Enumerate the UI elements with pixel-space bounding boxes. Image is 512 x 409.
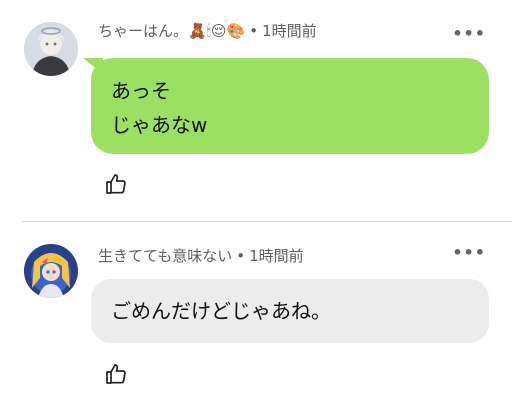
comment-meta: 生きてても意味ない • 1時間前 <box>98 245 304 266</box>
author-name[interactable]: ちゃーはん。🧸🕯😌🎨 <box>98 20 245 41</box>
comment-item: ちゃーはん。🧸🕯😌🎨 • 1時間前 ••• あっそ じゃあなw <box>0 0 512 220</box>
avatar-image <box>24 244 78 298</box>
comment-item: 生きてても意味ない • 1時間前 ••• ごめんだけどじゃあね。 <box>0 222 512 409</box>
more-options-icon[interactable]: ••• <box>452 243 486 262</box>
timestamp: 1時間前 <box>249 247 304 265</box>
timestamp: 1時間前 <box>262 22 317 40</box>
thumbs-up-icon[interactable] <box>104 362 128 386</box>
separator: • <box>249 21 259 40</box>
separator: • <box>236 246 246 265</box>
author-name[interactable]: 生きてても意味ない <box>98 245 232 266</box>
message-bubble: あっそ じゃあなw <box>91 58 489 154</box>
avatar[interactable] <box>24 244 78 298</box>
thumbs-up-icon[interactable] <box>104 172 128 196</box>
avatar[interactable] <box>24 22 78 76</box>
message-line: じゃあなw <box>111 113 208 137</box>
message-bubble: ごめんだけどじゃあね。 <box>91 279 489 343</box>
more-options-icon[interactable]: ••• <box>452 24 486 43</box>
comment-meta: ちゃーはん。🧸🕯😌🎨 • 1時間前 <box>98 20 317 41</box>
message-line: ごめんだけどじゃあね。 <box>111 299 331 323</box>
avatar-image <box>24 22 78 76</box>
message-line: あっそ <box>111 79 171 103</box>
